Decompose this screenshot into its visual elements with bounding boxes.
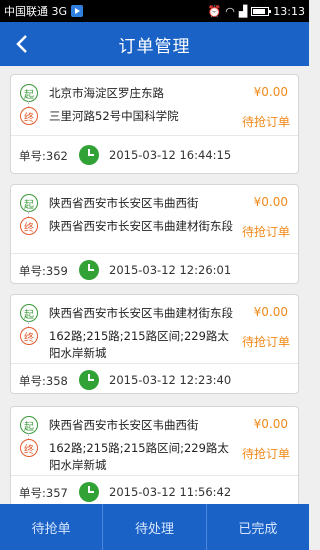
card-divider xyxy=(11,253,298,254)
end-pin-icon: 终 xyxy=(20,107,38,125)
carrier-label: 中国联通 3G xyxy=(4,5,68,18)
to-address: 162路;215路;215路区间;229路太阳水岸新城 xyxy=(49,441,229,472)
from-address: 陕西省西安市长安区韦曲西街 xyxy=(49,418,199,432)
tab-pending-process[interactable]: 待处理 xyxy=(103,504,207,550)
bottom-tab-bar: 待抢单 待处理 已完成 xyxy=(0,504,309,550)
grab-order-button[interactable]: 待抢订单 xyxy=(242,333,290,350)
order-number: 单号:357 xyxy=(19,486,68,500)
from-address: 北京市海淀区罗庄东路 xyxy=(49,86,164,100)
order-card[interactable]: 起 终 陕西省西安市长安区韦曲建材街东段 162路;215路;215路区间;22… xyxy=(10,294,299,394)
clock-icon xyxy=(79,145,99,165)
order-number: 单号:359 xyxy=(19,264,68,278)
back-icon xyxy=(16,35,27,53)
order-time: 2015-03-12 11:56:42 xyxy=(109,485,232,499)
order-time: 2015-03-12 12:26:01 xyxy=(109,263,232,277)
page-title: 订单管理 xyxy=(118,36,191,57)
start-pin-icon: 起 xyxy=(20,194,38,212)
to-address: 陕西省西安市长安区韦曲建材街东段 xyxy=(49,219,233,233)
tab-completed[interactable]: 已完成 xyxy=(207,504,309,550)
order-time: 2015-03-12 16:44:15 xyxy=(109,148,232,162)
card-divider xyxy=(11,475,298,476)
order-time: 2015-03-12 12:23:40 xyxy=(109,373,232,387)
order-number: 单号:362 xyxy=(19,149,68,163)
status-bar: 中国联通 3G ⏰ ◠ ▟ 13:13 xyxy=(0,0,309,22)
alarm-icon: ⏰ xyxy=(207,4,222,18)
battery-icon xyxy=(251,6,272,16)
order-number: 单号:358 xyxy=(19,374,68,388)
end-pin-icon: 终 xyxy=(20,217,38,235)
order-card[interactable]: 起 终 北京市海淀区罗庄东路 三里河路52号中国科学院 ¥0.00 待抢订单 单… xyxy=(10,74,299,174)
start-pin-icon: 起 xyxy=(20,84,38,102)
card-divider xyxy=(11,363,298,364)
start-pin-icon: 起 xyxy=(20,304,38,322)
order-card[interactable]: 起 终 陕西省西安市长安区韦曲西街 162路;215路;215路区间;229路太… xyxy=(10,406,299,504)
order-price: ¥0.00 xyxy=(253,195,288,209)
grab-order-button[interactable]: 待抢订单 xyxy=(242,113,290,130)
end-pin-icon: 终 xyxy=(20,439,38,457)
order-price: ¥0.00 xyxy=(253,305,288,319)
from-address: 陕西省西安市长安区韦曲西街 xyxy=(49,196,199,210)
clock-icon xyxy=(79,260,99,280)
card-divider xyxy=(11,135,298,136)
order-list[interactable]: 起 终 北京市海淀区罗庄东路 三里河路52号中国科学院 ¥0.00 待抢订单 单… xyxy=(0,66,309,504)
grab-order-button[interactable]: 待抢订单 xyxy=(242,223,290,240)
grab-order-button[interactable]: 待抢订单 xyxy=(242,445,290,462)
to-address: 三里河路52号中国科学院 xyxy=(49,109,179,123)
app-header: 订单管理 xyxy=(0,22,309,66)
start-pin-icon: 起 xyxy=(20,416,38,434)
order-price: ¥0.00 xyxy=(253,85,288,99)
end-pin-icon: 终 xyxy=(20,327,38,345)
signal-icon: ▟ xyxy=(238,4,248,18)
order-price: ¥0.00 xyxy=(253,417,288,431)
wifi-icon: ◠ xyxy=(225,4,235,18)
clock-label: 13:13 xyxy=(273,4,305,18)
back-button[interactable] xyxy=(10,30,34,58)
app-notification-icon xyxy=(71,5,84,17)
status-icons: ⏰ ◠ ▟ 13:13 xyxy=(208,5,305,18)
clock-icon xyxy=(79,482,99,502)
to-address: 162路;215路;215路区间;229路太阳水岸新城 xyxy=(49,329,229,360)
tab-pending-grab[interactable]: 待抢单 xyxy=(0,504,104,550)
from-address: 陕西省西安市长安区韦曲建材街东段 xyxy=(49,306,233,320)
order-card[interactable]: 起 终 陕西省西安市长安区韦曲西街 陕西省西安市长安区韦曲建材街东段 ¥0.00… xyxy=(10,184,299,284)
clock-icon xyxy=(79,370,99,390)
